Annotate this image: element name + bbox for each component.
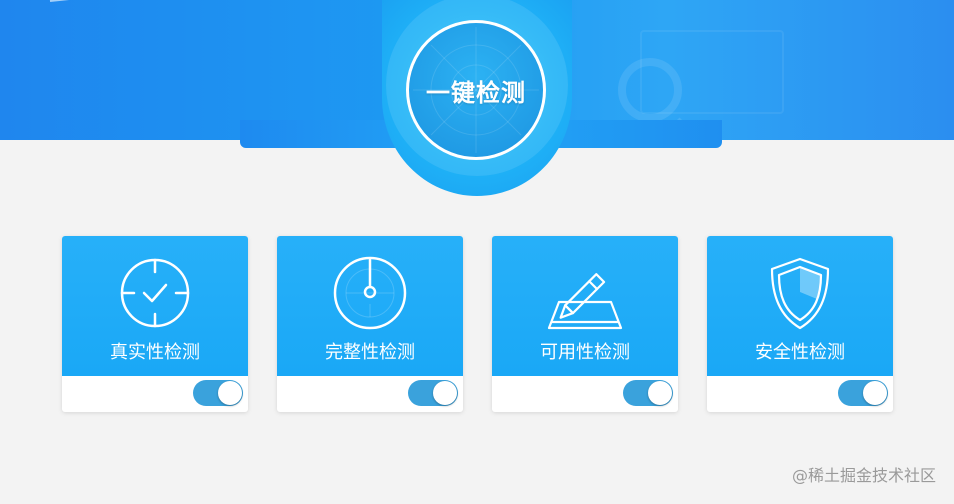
- card-header: 真实性检测: [62, 236, 248, 376]
- watermark: @稀土掘金技术社区: [791, 466, 936, 485]
- card-label: 安全性检测: [755, 342, 845, 363]
- card-header: 可用性检测: [492, 236, 678, 376]
- card-header: 完整性检测: [277, 236, 463, 376]
- hero-label: 一键检测: [426, 78, 526, 107]
- card-header: 安全性检测: [707, 236, 893, 376]
- card-integrity-check: 完整性检测: [277, 236, 463, 412]
- card-security-check: 安全性检测: [707, 236, 893, 412]
- security-toggle[interactable]: [838, 380, 888, 406]
- card-label: 完整性检测: [325, 342, 415, 363]
- authenticity-toggle[interactable]: [193, 380, 243, 406]
- decorative-search-icon: [618, 58, 682, 122]
- toggle-knob: [863, 381, 887, 405]
- toggle-knob: [433, 381, 457, 405]
- card-availability-check: 可用性检测: [492, 236, 678, 412]
- card-label: 可用性检测: [540, 342, 630, 363]
- integrity-toggle[interactable]: [408, 380, 458, 406]
- one-click-scan-button[interactable]: 一键检测: [406, 20, 546, 160]
- decorative-line: [49, 0, 140, 2]
- target-check-icon: [120, 258, 190, 328]
- toggle-knob: [218, 381, 242, 405]
- pen-tablet-icon: [547, 273, 623, 330]
- shield-icon: [770, 257, 830, 330]
- card-label: 真实性检测: [110, 342, 200, 363]
- toggle-knob: [648, 381, 672, 405]
- card-authenticity-check: 真实性检测: [62, 236, 248, 412]
- availability-toggle[interactable]: [623, 380, 673, 406]
- gauge-icon: [333, 256, 407, 330]
